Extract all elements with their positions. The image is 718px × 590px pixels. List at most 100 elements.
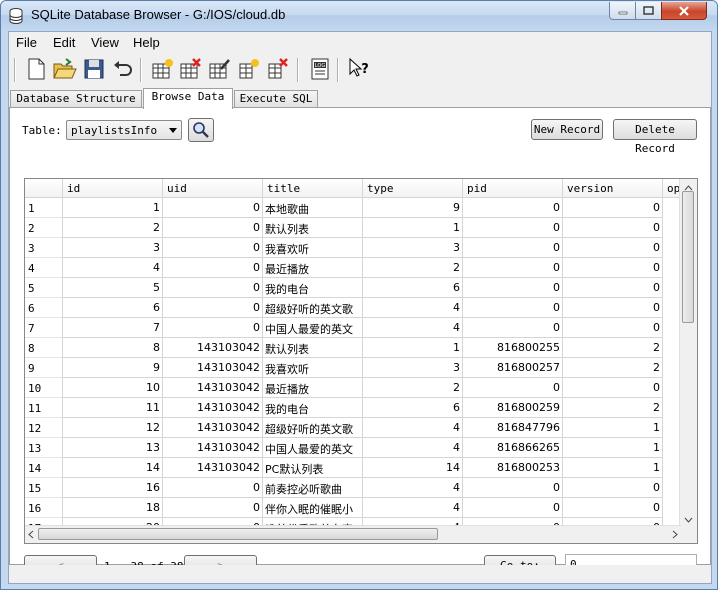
scroll-down-icon[interactable]	[680, 514, 697, 526]
table-cell[interactable]: 中国人最爱的英文	[263, 318, 363, 338]
table-cell[interactable]: 143103042	[163, 358, 263, 378]
menu-edit[interactable]: Edit	[53, 35, 75, 50]
title-bar[interactable]: SQLite Database Browser - G:/IOS/cloud.d…	[1, 1, 717, 31]
table-cell[interactable]: 10	[63, 378, 163, 398]
column-header-pid[interactable]: pid	[463, 179, 563, 198]
search-button[interactable]	[188, 118, 214, 142]
menu-file[interactable]: File	[16, 35, 37, 50]
table-cell[interactable]: 我的电台	[263, 278, 363, 298]
table-cell[interactable]: 0	[163, 298, 263, 318]
table-cell[interactable]: 4	[363, 478, 463, 498]
column-header-id[interactable]: id	[63, 179, 163, 198]
modify-table-icon[interactable]	[206, 56, 232, 82]
delete-table-icon[interactable]	[177, 56, 203, 82]
whats-this-icon[interactable]: ?	[346, 56, 372, 82]
table-cell[interactable]: 4	[363, 298, 463, 318]
table-cell[interactable]: 1	[563, 418, 663, 438]
table-cell[interactable]: 12	[63, 418, 163, 438]
row-header[interactable]: 13	[25, 438, 63, 458]
save-icon[interactable]	[81, 56, 107, 82]
column-header-title[interactable]: title	[263, 179, 363, 198]
table-cell[interactable]: 默认列表	[263, 218, 363, 238]
table-cell[interactable]: 6	[363, 278, 463, 298]
table-cell[interactable]: 中国人最爱的英文	[263, 438, 363, 458]
row-header[interactable]: 1	[25, 198, 63, 218]
table-cell[interactable]: 2	[563, 398, 663, 418]
maximize-button[interactable]	[635, 2, 662, 20]
table-cell[interactable]: 2	[563, 358, 663, 378]
scroll-left-icon[interactable]	[25, 526, 37, 543]
table-select[interactable]: playlistsInfo	[66, 120, 182, 140]
table-cell[interactable]: 0	[563, 198, 663, 218]
table-cell[interactable]: 3	[363, 238, 463, 258]
table-cell[interactable]: 我喜欢听	[263, 358, 363, 378]
column-header-version[interactable]: version	[563, 179, 663, 198]
table-cell[interactable]: 0	[163, 278, 263, 298]
column-header-uid[interactable]: uid	[163, 179, 263, 198]
table-cell[interactable]: 816800257	[463, 358, 563, 378]
row-header[interactable]: 5	[25, 278, 63, 298]
table-cell[interactable]: 0	[163, 318, 263, 338]
table-cell[interactable]: 4	[63, 258, 163, 278]
row-header[interactable]: 9	[25, 358, 63, 378]
menu-view[interactable]: View	[91, 35, 119, 50]
table-cell[interactable]: 0	[563, 258, 663, 278]
table-cell[interactable]: 0	[463, 378, 563, 398]
table-cell[interactable]: 143103042	[163, 458, 263, 478]
create-table-icon[interactable]	[149, 56, 175, 82]
table-cell[interactable]: 最近播放	[263, 258, 363, 278]
table-cell[interactable]: 0	[163, 198, 263, 218]
vertical-scroll-thumb[interactable]	[682, 191, 694, 323]
table-cell[interactable]: 816847796	[463, 418, 563, 438]
column-header-type[interactable]: type	[363, 179, 463, 198]
table-cell[interactable]: 0	[563, 298, 663, 318]
table-cell[interactable]: 0	[163, 218, 263, 238]
table-cell[interactable]: 0	[563, 498, 663, 518]
horizontal-scrollbar[interactable]	[25, 525, 681, 543]
table-cell[interactable]: 1	[363, 218, 463, 238]
table-cell[interactable]: 6	[63, 298, 163, 318]
table-cell[interactable]: 1	[63, 198, 163, 218]
row-header[interactable]: 12	[25, 418, 63, 438]
tab-execute-sql[interactable]: Execute SQL	[234, 90, 318, 108]
table-cell[interactable]: 143103042	[163, 378, 263, 398]
table-cell[interactable]: 0	[563, 218, 663, 238]
delete-record-button[interactable]: Delete Record	[613, 119, 697, 155]
table-cell[interactable]: 0	[563, 378, 663, 398]
table-cell[interactable]: 9	[363, 198, 463, 218]
tab-database-structure[interactable]: Database Structure	[10, 90, 142, 108]
table-cell[interactable]: 2	[363, 258, 463, 278]
new-database-icon[interactable]	[23, 56, 49, 82]
table-cell[interactable]: 0	[563, 278, 663, 298]
table-cell[interactable]: 143103042	[163, 418, 263, 438]
table-cell[interactable]: 2	[563, 338, 663, 358]
table-cell[interactable]: 0	[463, 318, 563, 338]
tab-browse-data[interactable]: Browse Data	[143, 88, 233, 109]
table-cell[interactable]: 0	[563, 238, 663, 258]
row-header[interactable]: 14	[25, 458, 63, 478]
table-cell[interactable]: 816800255	[463, 338, 563, 358]
open-database-icon[interactable]	[51, 56, 77, 82]
row-header[interactable]: 3	[25, 238, 63, 258]
table-cell[interactable]: 13	[63, 438, 163, 458]
table-cell[interactable]: 0	[563, 478, 663, 498]
table-cell[interactable]: 816866265	[463, 438, 563, 458]
table-cell[interactable]: 3	[63, 238, 163, 258]
table-cell[interactable]: 4	[363, 498, 463, 518]
table-cell[interactable]: 7	[63, 318, 163, 338]
table-cell[interactable]: 4	[363, 418, 463, 438]
close-button[interactable]	[661, 2, 707, 20]
table-cell[interactable]: 0	[463, 258, 563, 278]
table-cell[interactable]: 0	[163, 498, 263, 518]
table-cell[interactable]: 超级好听的英文歌	[263, 298, 363, 318]
table-cell[interactable]: 11	[63, 398, 163, 418]
table-cell[interactable]: 14	[63, 458, 163, 478]
table-cell[interactable]: 2	[63, 218, 163, 238]
row-header[interactable]: 16	[25, 498, 63, 518]
table-cell[interactable]: 0	[463, 198, 563, 218]
table-cell[interactable]: 0	[463, 498, 563, 518]
row-header[interactable]: 2	[25, 218, 63, 238]
new-record-button[interactable]: New Record	[531, 119, 603, 140]
table-cell[interactable]: 816800259	[463, 398, 563, 418]
table-cell[interactable]: 0	[463, 298, 563, 318]
